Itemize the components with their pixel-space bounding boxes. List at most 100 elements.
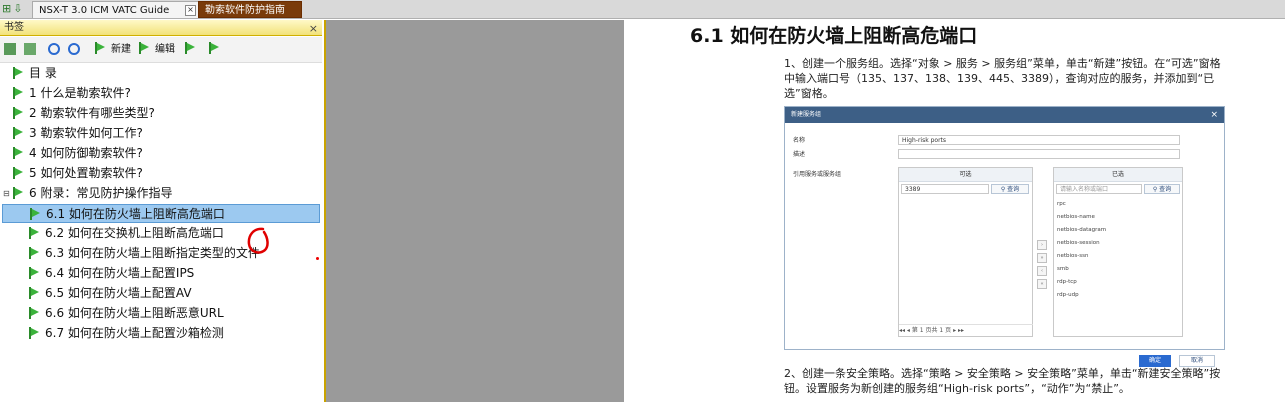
bookmark-item[interactable]: 6.3 如何在防火墙上阻断指定类型的文件 — [28, 244, 260, 263]
view-toggle-icon[interactable]: ⊞⇩ — [2, 2, 24, 15]
bookmark-flag-icon — [138, 42, 149, 54]
selected-service-item[interactable]: netbios-session — [1057, 240, 1100, 246]
bookmark-label: 6.5 如何在防火墙上配置AV — [45, 286, 192, 300]
dialog-close-icon[interactable]: × — [1210, 107, 1218, 123]
edit-bookmark-button[interactable]: 编辑 — [138, 41, 175, 58]
close-panel-icon[interactable]: × — [309, 21, 318, 37]
bookmark-toolbar: 新建 编辑 — [0, 37, 322, 63]
first-page-icon[interactable]: ◂◂ ◂ — [899, 327, 910, 334]
bookmark-label: 4 如何防御勒索软件? — [29, 146, 143, 160]
bookmark-flag-icon — [12, 147, 23, 159]
bookmark-label: 2 勒索软件有哪些类型? — [29, 106, 155, 120]
bookmark-item[interactable]: 6.5 如何在防火墙上配置AV — [28, 284, 192, 303]
document-page: 6.1 如何在防火墙上阻断高危端口 1、创建一个服务组。选择“对象 > 服务 >… — [624, 20, 1285, 402]
move-right-icon[interactable]: › — [1037, 240, 1047, 250]
panel-header: 书签 × — [0, 20, 322, 36]
bookmark-label: 6.7 如何在防火墙上配置沙箱检测 — [45, 326, 224, 340]
bookmark-label: 6.4 如何在防火墙上配置IPS — [45, 266, 195, 280]
selected-service-item[interactable]: rdp-tcp — [1057, 279, 1077, 285]
bookmark-item[interactable]: 6.7 如何在防火墙上配置沙箱检测 — [28, 324, 224, 343]
bookmark-item[interactable]: 6.6 如何在防火墙上阻断恶意URL — [28, 304, 224, 323]
selected-service-item[interactable]: smb — [1057, 266, 1069, 272]
expand-all-icon[interactable] — [4, 41, 16, 58]
bookmark-label: 6 附录：常见防护操作指导 — [29, 186, 173, 200]
bookmark-label: 6.2 如何在交换机上阻断高危端口 — [45, 226, 224, 240]
bookmark-label: 6.1 如何在防火墙上阻断高危端口 — [46, 207, 225, 221]
bookmark-flag-icon — [28, 287, 39, 299]
bookmark-flag-icon — [28, 327, 39, 339]
bookmarks-panel: 书签 × 新建 编辑 目 录 1 什么是勒索软件? 2 勒索软件有哪些类型? 3… — [0, 20, 326, 402]
move-bookmark-icon[interactable] — [184, 41, 201, 58]
available-pane: 可选 3389 ⚲ 查询 — [898, 167, 1033, 337]
bookmark-item[interactable]: 6.2 如何在交换机上阻断高危端口 — [28, 224, 224, 243]
name-field[interactable]: High-risk ports — [898, 135, 1180, 145]
selected-pane: 已选 请输入名称或端口 ⚲ 查询 rpc netbios-name netbio… — [1053, 167, 1183, 337]
bookmark-label: 目 录 — [29, 66, 57, 80]
bookmark-label: 6.6 如何在防火墙上阻断恶意URL — [45, 306, 224, 320]
selected-service-item[interactable]: rpc — [1057, 201, 1066, 207]
bookmark-flag-icon — [28, 267, 39, 279]
bookmark-flag-icon — [12, 127, 23, 139]
bookmark-item[interactable]: 6 附录：常见防护操作指导 — [12, 184, 172, 203]
last-page-icon[interactable]: ▸ ▸▸ — [953, 327, 964, 334]
bookmark-item-selected[interactable]: 6.1 如何在防火墙上阻断高危端口 — [2, 204, 320, 223]
search-icon: ⚲ — [1000, 186, 1006, 193]
new-bookmark-button[interactable]: 新建 — [94, 41, 131, 58]
move-left-icon[interactable]: ‹ — [1037, 266, 1047, 276]
selected-search-input[interactable]: 请输入名称或端口 — [1056, 184, 1142, 194]
move-all-right-icon[interactable]: » — [1037, 253, 1047, 263]
bookmark-flag-icon — [28, 227, 39, 239]
bookmark-flag-icon — [94, 42, 105, 54]
bookmark-item[interactable]: 1 什么是勒索软件? — [12, 84, 131, 103]
available-query-button[interactable]: ⚲ 查询 — [991, 184, 1029, 194]
new-bookmark-label: 新建 — [111, 44, 131, 55]
available-search-input[interactable]: 3389 — [901, 184, 989, 194]
step-2-text: 2、创建一条安全策略。选择“策略 > 安全策略 > 安全策略”菜单，单击“新建安… — [784, 367, 1221, 395]
edit-bookmark-label: 编辑 — [155, 44, 175, 55]
bookmark-flag-icon — [12, 187, 23, 199]
tab-ransomware-guide[interactable]: 勒索软件防护指南 — [198, 1, 302, 18]
selected-service-item[interactable]: netbios-datagram — [1057, 227, 1106, 233]
collapse-toggle-icon[interactable]: ⊟ — [3, 189, 10, 198]
bookmark-label: 1 什么是勒索软件? — [29, 86, 131, 100]
tab-bar: ⊞⇩ NSX-T 3.0 ICM VATC Guide × 勒索软件防护指南 — [0, 0, 1285, 19]
bookmark-label: 6.3 如何在防火墙上阻断指定类型的文件 — [45, 246, 260, 260]
zoom-in-icon[interactable] — [48, 41, 60, 58]
name-label: 名称 — [793, 137, 806, 144]
new-service-group-dialog: 新建服务组 × 名称 High-risk ports 描述 引用服务或服务组 可… — [784, 106, 1225, 367]
document-gutter — [326, 20, 624, 402]
reference-label: 引用服务或服务组 — [793, 171, 842, 178]
selected-service-item[interactable]: netbios-name — [1057, 214, 1095, 220]
pagination: ◂◂ ◂ 第 1 页共 1 页 ▸ ▸▸ — [899, 324, 1033, 337]
search-icon: ⚲ — [1152, 186, 1158, 193]
bookmark-item[interactable]: 4 如何防御勒索软件? — [12, 144, 143, 163]
page-indicator: 第 1 页共 1 页 — [911, 327, 952, 334]
bookmark-flag-icon — [28, 307, 39, 319]
bookmark-item[interactable]: 目 录 — [12, 64, 57, 83]
description-label: 描述 — [793, 151, 806, 158]
panel-title: 书签 — [4, 22, 24, 33]
selected-service-item[interactable]: netbios-ssn — [1057, 253, 1088, 259]
tab-nsx-guide[interactable]: NSX-T 3.0 ICM VATC Guide × — [32, 1, 200, 18]
bookmark-flag-icon — [12, 167, 23, 179]
bookmark-item[interactable]: 5 如何处置勒索软件? — [12, 164, 143, 183]
dialog-title: 新建服务组 — [791, 111, 822, 118]
bookmark-item[interactable]: 6.4 如何在防火墙上配置IPS — [28, 264, 194, 283]
move-all-left-icon[interactable]: « — [1037, 279, 1047, 289]
available-header: 可选 — [899, 168, 1032, 182]
bookmark-item[interactable]: 3 勒索软件如何工作? — [12, 124, 143, 143]
selected-service-item[interactable]: rdp-udp — [1057, 292, 1079, 298]
bookmark-label: 5 如何处置勒索软件? — [29, 166, 143, 180]
bookmark-flag-icon — [12, 87, 23, 99]
close-tab-icon[interactable]: × — [185, 5, 196, 16]
bookmark-item[interactable]: 2 勒索软件有哪些类型? — [12, 104, 155, 123]
collapse-all-icon[interactable] — [24, 41, 36, 58]
delete-bookmark-icon[interactable] — [208, 41, 225, 58]
tab-label: NSX-T 3.0 ICM VATC Guide — [39, 5, 170, 16]
bookmark-flag-icon — [12, 67, 23, 79]
annotation-dot — [316, 257, 319, 260]
zoom-out-icon[interactable] — [68, 41, 80, 58]
selected-query-button[interactable]: ⚲ 查询 — [1144, 184, 1180, 194]
description-field[interactable] — [898, 149, 1180, 159]
query-label: 查询 — [1007, 186, 1020, 193]
